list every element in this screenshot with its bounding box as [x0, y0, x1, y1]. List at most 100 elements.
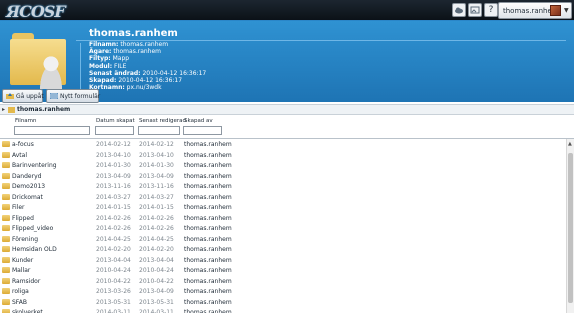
row-filename[interactable]: Ramsidor: [12, 278, 40, 285]
row-filename[interactable]: SFAB: [12, 299, 27, 306]
row-modified: 2014-03-27: [139, 193, 174, 201]
row-owner: thomas.ranhem: [184, 141, 232, 148]
row-created: 2013-04-04: [96, 256, 131, 264]
table-row[interactable]: roliga 2013-03-26 2013-04-09 thomas.ranhem: [0, 286, 566, 297]
row-modified: 2014-02-12: [139, 141, 174, 148]
table-row[interactable]: Filer 2014-01-15 2014-01-15 thomas.ranhem: [0, 202, 566, 213]
help-icon[interactable]: ?: [484, 3, 498, 17]
row-owner: thomas.ranhem: [184, 225, 232, 232]
row-created: 2010-04-24: [96, 267, 131, 274]
table-row[interactable]: Barinventering 2014-01-30 2014-01-30 thomas…: [0, 160, 566, 171]
table-row[interactable]: Mallar 2010-04-24 2010-04-24 thomas.ranhem: [0, 265, 566, 276]
row-owner: thomas.ranhem: [184, 246, 232, 253]
row-filename[interactable]: Hemsidan OLD: [12, 246, 57, 253]
column-header-modified[interactable]: Senast redigerad: [139, 118, 186, 124]
row-filename[interactable]: Flipped_video: [12, 225, 53, 232]
folder-icon: [2, 151, 10, 158]
folder-icon: [2, 298, 10, 305]
table-row[interactable]: Drickomat 2014-03-27 2014-03-27 thomas.ranh…: [0, 192, 566, 203]
app-logo[interactable]: ЯCOSF: [6, 2, 66, 21]
filter-modified-input[interactable]: [138, 126, 180, 135]
folder-icon: [2, 193, 10, 200]
row-modified: 2010-04-24: [139, 267, 174, 274]
row-created: 2013-04-10: [96, 151, 131, 159]
folder-icon: [2, 235, 10, 242]
column-header-owner[interactable]: Skapad av: [184, 118, 213, 124]
chevron-right-icon: ▸: [2, 106, 6, 113]
filter-filename-input[interactable]: [14, 126, 90, 135]
row-owner: thomas.ranhem: [184, 235, 232, 243]
row-modified: 2014-01-30: [139, 162, 174, 169]
table-row[interactable]: Danderyd 2013-04-09 2013-04-09 thomas.ranhe…: [0, 171, 566, 182]
row-created: 2014-01-15: [96, 204, 131, 211]
row-filename[interactable]: Barinventering: [12, 162, 57, 169]
row-owner: thomas.ranhem: [184, 162, 232, 169]
folder-icon: [2, 172, 10, 179]
folder-icon: [2, 277, 10, 284]
file-list: a-focus 2014-02-12 2014-02-12 thomas.ranhem…: [0, 139, 566, 313]
action-toolbar: Gå uppåt Nytt formulär: [0, 89, 574, 103]
row-modified: 2013-11-16: [139, 183, 174, 190]
chevron-down-icon: ▼: [564, 7, 569, 14]
folder-icon: [8, 107, 15, 113]
image-icon[interactable]: [468, 3, 482, 17]
table-row[interactable]: Ramsidor 2010-04-22 2010-04-22 thomas.ranhe…: [0, 276, 566, 287]
file-browser-page: ЯCOSF ? thomas.ranhem ▼ thomas.ranhem Fi…: [0, 0, 574, 313]
row-filename[interactable]: Mallar: [12, 267, 30, 274]
detail-filename: Filnamn: thomas.ranhem: [89, 41, 169, 48]
top-bar: ЯCOSF ? thomas.ranhem ▼: [0, 0, 574, 21]
table-row[interactable]: skolverket 2014-03-11 2014-03-11 thomas.ran…: [0, 307, 566, 313]
row-modified: 2013-04-10: [139, 151, 174, 159]
user-menu-button[interactable]: thomas.ranhem ▼: [498, 2, 572, 19]
row-filename[interactable]: roliga: [12, 288, 29, 295]
user-folder-icon: [10, 33, 68, 89]
row-filename[interactable]: Filer: [12, 204, 25, 211]
column-header-filename[interactable]: Filnamn: [15, 118, 37, 124]
row-owner: thomas.ranhem: [184, 151, 232, 159]
table-row[interactable]: Flipped 2014-02-26 2014-02-26 thomas.ranhem: [0, 213, 566, 224]
row-owner: thomas.ranhem: [184, 183, 232, 190]
table-row[interactable]: Förening 2014-04-25 2014-04-25 thomas.ranhe…: [0, 234, 566, 245]
row-created: 2014-03-27: [96, 193, 131, 201]
row-filename[interactable]: Flipped: [12, 215, 34, 222]
table-row[interactable]: Avtal 2013-04-10 2013-04-10 thomas.ranhem: [0, 150, 566, 161]
folder-icon: [2, 309, 10, 313]
table-row[interactable]: Demo2013 2013-11-16 2013-11-16 thomas.ranhe…: [0, 181, 566, 192]
row-created: 2010-04-22: [96, 277, 131, 285]
filter-created-input[interactable]: [95, 126, 134, 135]
filter-owner-input[interactable]: [183, 126, 222, 135]
go-up-button[interactable]: Gå uppåt: [2, 89, 44, 103]
row-created: 2014-02-26: [96, 225, 131, 232]
table-row[interactable]: Hemsidan OLD 2014-02-20 2014-02-20 thomas.r…: [0, 244, 566, 255]
row-filename[interactable]: Danderyd: [12, 173, 41, 180]
breadcrumb-item-current[interactable]: thomas.ranhem: [17, 106, 70, 113]
column-header-created[interactable]: Datum skapat: [96, 118, 135, 124]
row-modified: 2014-02-26: [139, 225, 174, 232]
scroll-up-icon[interactable]: ▲: [568, 141, 572, 147]
row-filename[interactable]: Förening: [12, 236, 38, 243]
scrollbar[interactable]: ▲: [566, 139, 574, 313]
table-row[interactable]: a-focus 2014-02-12 2014-02-12 thomas.ranhem: [0, 139, 566, 150]
table-row[interactable]: Kunder 2013-04-04 2013-04-04 thomas.ranhem: [0, 255, 566, 266]
detail-owner: Ägare: thomas.ranhem: [89, 48, 162, 56]
row-created: 2014-02-26: [96, 214, 131, 222]
row-filename[interactable]: Kunder: [12, 257, 33, 264]
form-icon: [50, 93, 58, 99]
row-created: 2013-03-26: [96, 288, 131, 295]
row-filename[interactable]: Drickomat: [12, 194, 43, 201]
folder-icon: [2, 225, 10, 231]
cloud-icon[interactable]: [452, 3, 466, 17]
table-row[interactable]: SFAB 2013-05-31 2013-05-31 thomas.ranhem: [0, 297, 566, 308]
row-filename[interactable]: Demo2013: [12, 183, 45, 190]
row-filename[interactable]: Avtal: [12, 152, 27, 159]
row-owner: thomas.ranhem: [184, 277, 232, 285]
scrollbar-thumb[interactable]: [568, 153, 573, 303]
table-row[interactable]: Flipped_video 2014-02-26 2014-02-26 thomas.…: [0, 223, 566, 234]
row-filename[interactable]: a-focus: [12, 141, 34, 148]
row-filename[interactable]: skolverket: [12, 309, 43, 313]
row-modified: 2014-01-15: [139, 204, 174, 211]
row-modified: 2010-04-22: [139, 277, 174, 285]
detail-filetype: Filtyp: Mapp: [89, 55, 130, 63]
folder-icon: [2, 162, 10, 168]
new-form-button[interactable]: Nytt formulär: [46, 89, 100, 103]
